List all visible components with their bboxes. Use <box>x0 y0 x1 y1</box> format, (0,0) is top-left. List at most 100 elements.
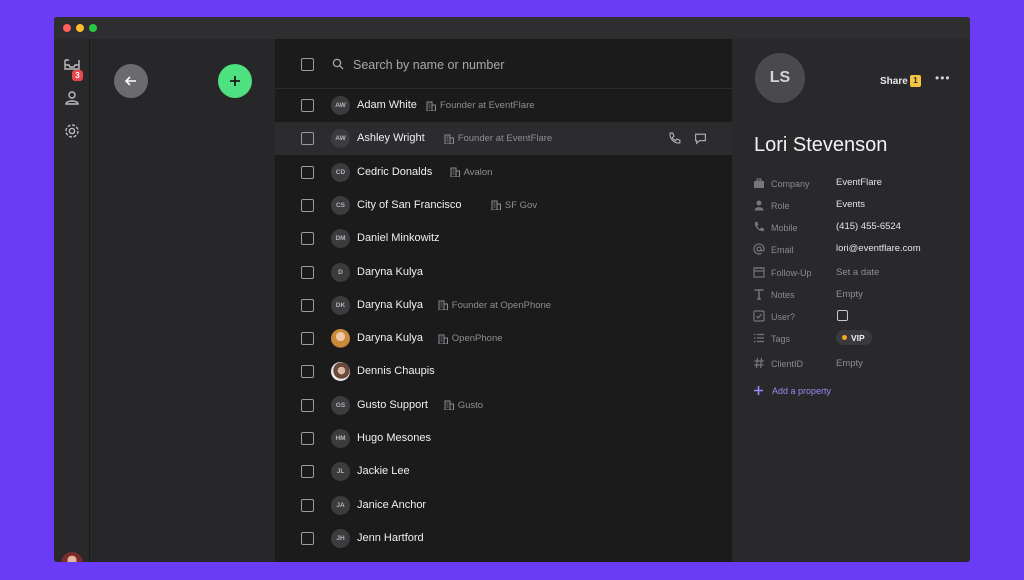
role-value[interactable]: Events <box>836 199 865 210</box>
row-checkbox[interactable] <box>301 165 314 179</box>
select-all-checkbox[interactable] <box>301 58 314 71</box>
left-panel <box>90 39 275 562</box>
zoom-window-button[interactable] <box>89 24 97 32</box>
contact-name: Jackie Lee <box>357 465 410 478</box>
row-checkbox[interactable] <box>301 298 314 312</box>
contact-row[interactable]: Daryna Kulya OpenPhone <box>275 322 732 355</box>
company-text: Founder at EventFlare <box>440 100 535 111</box>
row-checkbox[interactable] <box>301 365 314 379</box>
message-icon[interactable] <box>694 132 707 145</box>
contact-company: Founder at EventFlare <box>426 100 535 111</box>
at-icon <box>753 243 765 255</box>
contact-row[interactable]: D Daryna Kulya <box>275 256 732 289</box>
search-icon <box>332 58 344 70</box>
mobile-label: Mobile <box>771 223 798 233</box>
client-id-value[interactable]: Empty <box>836 358 863 369</box>
list-icon <box>754 333 764 343</box>
row-checkbox[interactable] <box>301 99 314 112</box>
contact-row[interactable]: HM Hugo Mesones <box>275 422 732 455</box>
contact-avatar: AW <box>331 129 350 149</box>
contact-name: Daryna Kulya <box>357 298 424 311</box>
contact-name: Cedric Donalds <box>357 165 433 178</box>
row-checkbox[interactable] <box>301 398 314 412</box>
gear-icon[interactable] <box>62 121 82 141</box>
contact-name: Lori Stevenson <box>754 134 888 156</box>
contact-avatar: HM <box>331 429 350 448</box>
contact-company: Avalon <box>450 166 493 178</box>
building-icon <box>438 334 448 344</box>
contact-list-panel: Search by name or number AW Adam White Fou… <box>275 39 732 562</box>
user-checkbox[interactable] <box>837 310 848 321</box>
notes-label: Notes <box>771 290 795 300</box>
tag-color-dot <box>842 335 847 340</box>
close-window-button[interactable] <box>63 24 71 32</box>
title-bar <box>54 17 970 39</box>
contact-row[interactable]: DK Daryna Kulya Founder at OpenPhone <box>275 289 732 322</box>
add-property-button[interactable]: Add a property <box>753 385 831 396</box>
row-checkbox[interactable] <box>301 498 314 512</box>
arrow-left-icon <box>124 76 136 86</box>
plus-icon <box>230 76 240 86</box>
building-icon <box>426 101 436 111</box>
contact-row[interactable]: JL Jackie Lee <box>275 455 732 488</box>
contact-company: OpenPhone <box>438 333 503 344</box>
contact-row[interactable]: JA Janice Anchor <box>275 489 732 522</box>
contact-row[interactable]: Dennis Chaupis <box>275 355 732 388</box>
contact-avatar: GS <box>331 395 350 415</box>
company-text: Avalon <box>463 166 493 178</box>
contact-row[interactable]: DM Daniel Minkowitz <box>275 222 732 255</box>
row-checkbox[interactable] <box>301 132 314 146</box>
contact-row[interactable]: CD Cedric Donalds Avalon <box>275 156 732 189</box>
hash-icon <box>754 357 764 369</box>
notes-value[interactable]: Empty <box>836 289 863 300</box>
minimize-window-button[interactable] <box>76 24 84 32</box>
contact-row[interactable]: AW Ashley Wright Founder at EventFlare <box>275 122 732 156</box>
contact-row[interactable]: AW Adam White Founder at EventFlare <box>275 89 732 122</box>
company-value[interactable]: EventFlare <box>836 177 882 188</box>
contact-avatar: CD <box>331 162 350 182</box>
contact-avatar: JL <box>331 462 350 482</box>
follow-up-label: Follow-Up <box>771 268 812 278</box>
contact-name: Ashley Wright <box>357 132 425 145</box>
row-checkbox[interactable] <box>301 265 314 279</box>
share-button[interactable]: Share <box>880 76 908 87</box>
contact-name: Gusto Support <box>357 398 428 411</box>
phone-icon <box>754 222 764 232</box>
building-icon <box>438 300 448 311</box>
row-checkbox[interactable] <box>301 432 314 445</box>
contact-avatar: DM <box>331 229 350 249</box>
contact-row[interactable]: GS Gusto Support Gusto <box>275 389 732 422</box>
back-button[interactable] <box>114 64 148 98</box>
contact-name: Dennis Chaupis <box>357 365 435 378</box>
share-count-badge: 1 <box>910 75 921 87</box>
contact-row[interactable]: CS City of San Francisco SF Gov <box>275 189 732 222</box>
contact-avatar: CS <box>331 195 350 215</box>
user-avatar[interactable] <box>61 552 83 562</box>
company-label: Company <box>771 179 810 189</box>
vip-tag[interactable]: VIP <box>836 330 872 345</box>
contact-avatar <box>331 362 350 382</box>
add-contact-button[interactable] <box>218 64 252 98</box>
follow-up-value[interactable]: Set a date <box>836 267 879 278</box>
contact-company: Gusto <box>444 400 483 411</box>
contact-row[interactable]: JH Jenn Hartford <box>275 522 732 555</box>
row-checkbox[interactable] <box>301 332 314 346</box>
contacts-icon[interactable] <box>62 88 82 108</box>
contact-avatar: JA <box>331 495 350 515</box>
row-checkbox[interactable] <box>301 198 314 212</box>
mobile-value[interactable]: (415) 455-6524 <box>836 221 901 232</box>
call-icon[interactable] <box>668 132 681 145</box>
company-text: OpenPhone <box>451 333 503 345</box>
contact-name: Daryna Kulya <box>357 265 424 278</box>
company-text: Founder at EventFlare <box>457 133 553 145</box>
row-checkbox[interactable] <box>301 232 314 246</box>
row-checkbox[interactable] <box>301 531 314 545</box>
email-value[interactable]: lori@eventflare.com <box>836 243 921 254</box>
search-bar: Search by name or number <box>275 39 732 89</box>
building-icon <box>444 134 454 144</box>
calendar-icon <box>753 267 765 278</box>
row-checkbox[interactable] <box>301 465 314 479</box>
inbox-badge: 3 <box>72 70 83 81</box>
more-options-icon[interactable]: ••• <box>935 71 951 85</box>
search-input[interactable]: Search by name or number <box>353 58 504 72</box>
